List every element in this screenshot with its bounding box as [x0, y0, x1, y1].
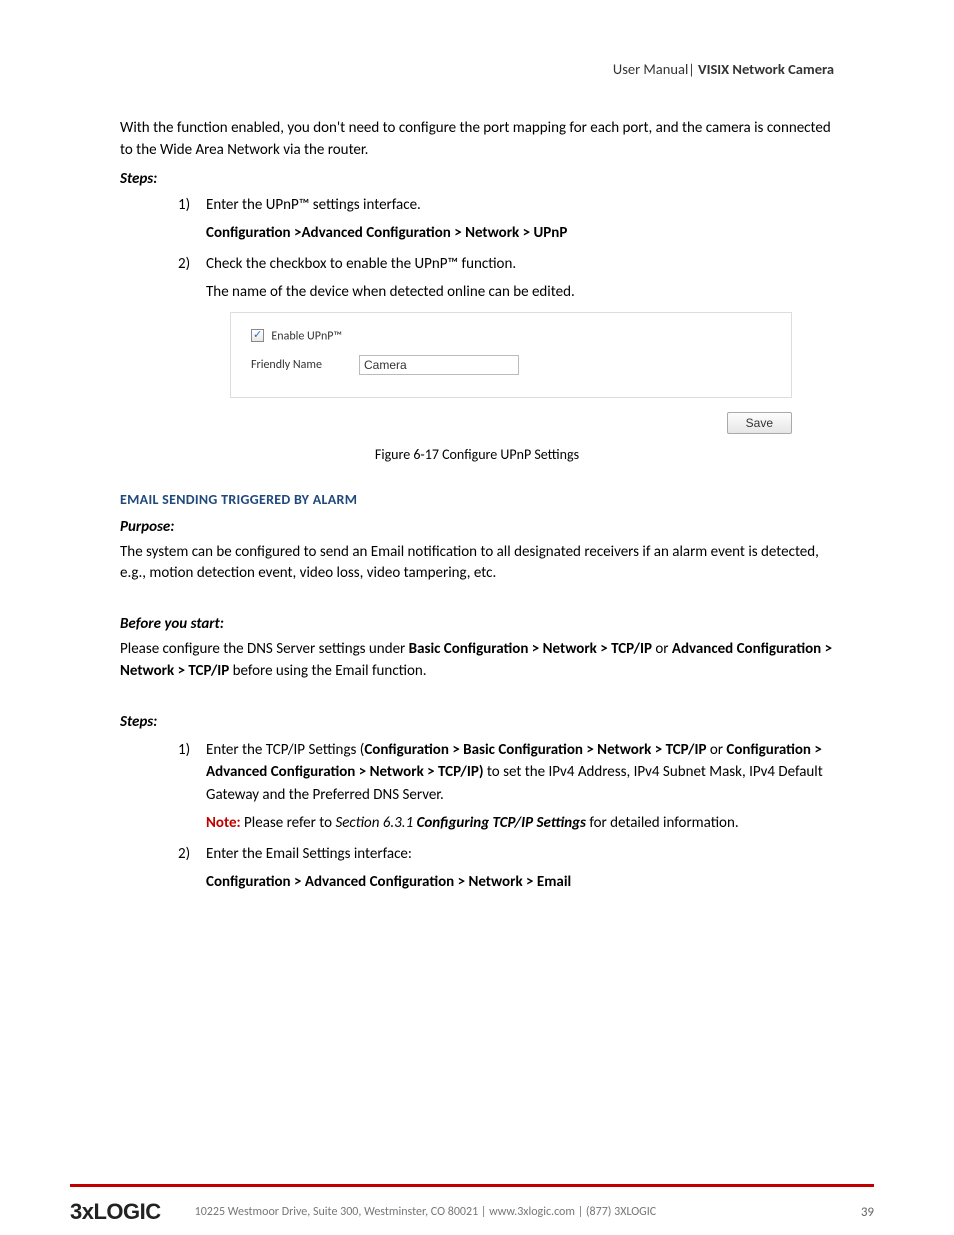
steps2-list: 2) Enter the Email Settings interface: — [178, 843, 834, 866]
footer-address: 10225 Westmoor Drive, Suite 300, Westmin… — [161, 1205, 861, 1219]
header-left: User Manual — [613, 60, 688, 78]
purpose-text: The system can be configured to send an … — [120, 542, 834, 586]
header-right: VISIX Network Camera — [698, 60, 834, 78]
step-number: 1) — [178, 194, 206, 217]
purpose-heading: Purpose: — [120, 518, 834, 536]
save-row: Save — [230, 412, 792, 434]
header-pipe: | — [688, 61, 694, 78]
page-footer: 3xLOGIC 10225 Westmoor Drive, Suite 300,… — [0, 1184, 954, 1225]
list-item: 1) Enter the UPnP™ settings interface. — [178, 194, 834, 217]
figure-caption: Figure 6-17 Configure UPnP Settings — [120, 446, 834, 463]
step-text: Enter the Email Settings interface: — [206, 843, 834, 866]
before-text: Please configure the DNS Server settings… — [120, 639, 834, 683]
step-text: Enter the UPnP™ settings interface. — [206, 194, 834, 217]
s2s1-mid: or — [706, 741, 726, 759]
figure-caption-prefix: Figure 6-17 — [375, 446, 442, 463]
footer-divider — [70, 1184, 874, 1187]
note-pre: Please refer to — [241, 814, 336, 832]
figure-caption-text: Configure UPnP Settings — [442, 446, 579, 463]
upnp-enable-row: Enable UPnP™ — [251, 327, 771, 345]
before-pre: Please configure the DNS Server settings… — [120, 640, 409, 658]
list-item: 2) Check the checkbox to enable the UPnP… — [178, 253, 834, 276]
note-title: Configuring TCP/IP Settings — [417, 814, 586, 832]
list-item: 1) Enter the TCP/IP Settings (Configurat… — [178, 739, 834, 807]
friendly-name-row: Friendly Name — [251, 355, 771, 375]
section-title: EMAIL SENDING TRIGGERED BY ALARM — [120, 491, 834, 508]
upnp-figure: Enable UPnP™ Friendly Name Save — [230, 312, 834, 434]
enable-upnp-label: Enable UPnP™ — [271, 329, 342, 343]
intro-paragraph: With the function enabled, you don't nee… — [120, 118, 834, 162]
note-post: for detailed information. — [586, 814, 739, 832]
page-header: User Manual| VISIX Network Camera — [120, 60, 834, 78]
steps-list: 1) Enter the UPnP™ settings interface. — [178, 194, 834, 217]
friendly-name-label: Friendly Name — [251, 358, 359, 372]
save-button[interactable]: Save — [727, 412, 792, 434]
friendly-name-input[interactable] — [359, 355, 519, 375]
footer-logo: 3xLOGIC — [70, 1199, 161, 1225]
note-section: Section 6.3.1 — [335, 814, 416, 832]
steps-heading: Steps: — [120, 170, 834, 188]
note-label: Note: — [206, 814, 241, 832]
before-post: before using the Email function. — [229, 662, 426, 680]
step-number: 2) — [178, 843, 206, 866]
before-heading: Before you start: — [120, 615, 834, 633]
step-text: Check the checkbox to enable the UPnP™ f… — [206, 253, 834, 276]
step1-path: Configuration >Advanced Configuration > … — [206, 222, 834, 245]
steps2-list: 1) Enter the TCP/IP Settings (Configurat… — [178, 739, 834, 807]
note-line: Note: Please refer to Section 6.3.1 Conf… — [206, 812, 834, 835]
before-mid: or — [652, 640, 672, 658]
enable-upnp-checkbox[interactable] — [251, 329, 264, 342]
footer-page-number: 39 — [861, 1205, 874, 1220]
upnp-settings-panel: Enable UPnP™ Friendly Name — [230, 312, 792, 398]
s2s1-b1: Configuration > Basic Configuration > Ne… — [364, 741, 706, 759]
step2-sub: The name of the device when detected onl… — [206, 281, 834, 304]
step-number: 2) — [178, 253, 206, 276]
s2s2-path: Configuration > Advanced Configuration >… — [206, 871, 834, 894]
s2s1-pre: Enter the TCP/IP Settings ( — [206, 741, 364, 759]
step-number: 1) — [178, 739, 206, 807]
before-path1: Basic Configuration > Network > TCP/IP — [409, 640, 652, 658]
steps-list: 2) Check the checkbox to enable the UPnP… — [178, 253, 834, 276]
list-item: 2) Enter the Email Settings interface: — [178, 843, 834, 866]
step-text: Enter the TCP/IP Settings (Configuration… — [206, 739, 834, 807]
steps2-heading: Steps: — [120, 713, 834, 731]
